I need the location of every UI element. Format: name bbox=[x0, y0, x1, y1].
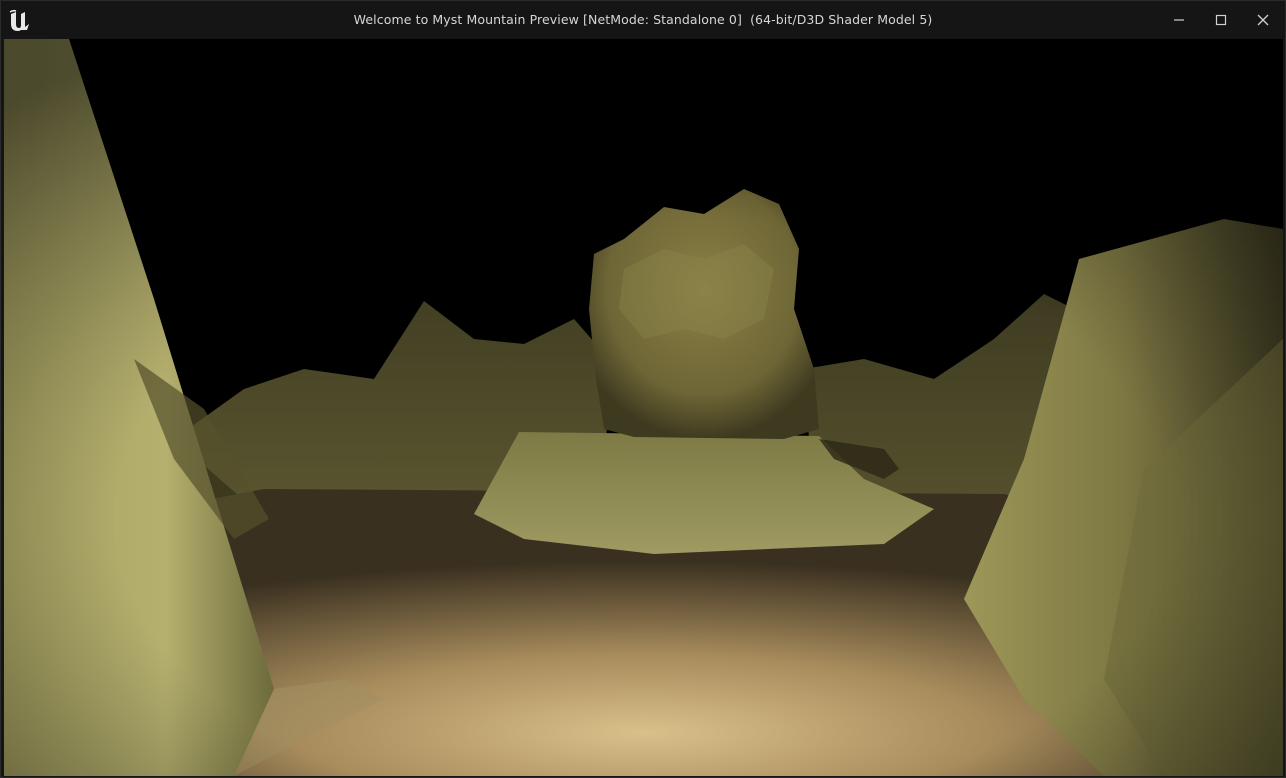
close-button[interactable] bbox=[1242, 1, 1284, 39]
title-bar[interactable]: Welcome to Myst Mountain Preview [NetMod… bbox=[1, 1, 1285, 39]
maximize-icon bbox=[1215, 14, 1227, 26]
close-icon bbox=[1257, 14, 1269, 26]
game-window: Welcome to Myst Mountain Preview [NetMod… bbox=[0, 0, 1286, 778]
window-title: Welcome to Myst Mountain Preview [NetMod… bbox=[353, 12, 933, 27]
game-viewport[interactable] bbox=[4, 39, 1283, 776]
minimize-icon bbox=[1174, 19, 1184, 21]
minimize-button[interactable] bbox=[1158, 1, 1200, 39]
maximize-button[interactable] bbox=[1200, 1, 1242, 39]
game-scene bbox=[4, 39, 1283, 776]
